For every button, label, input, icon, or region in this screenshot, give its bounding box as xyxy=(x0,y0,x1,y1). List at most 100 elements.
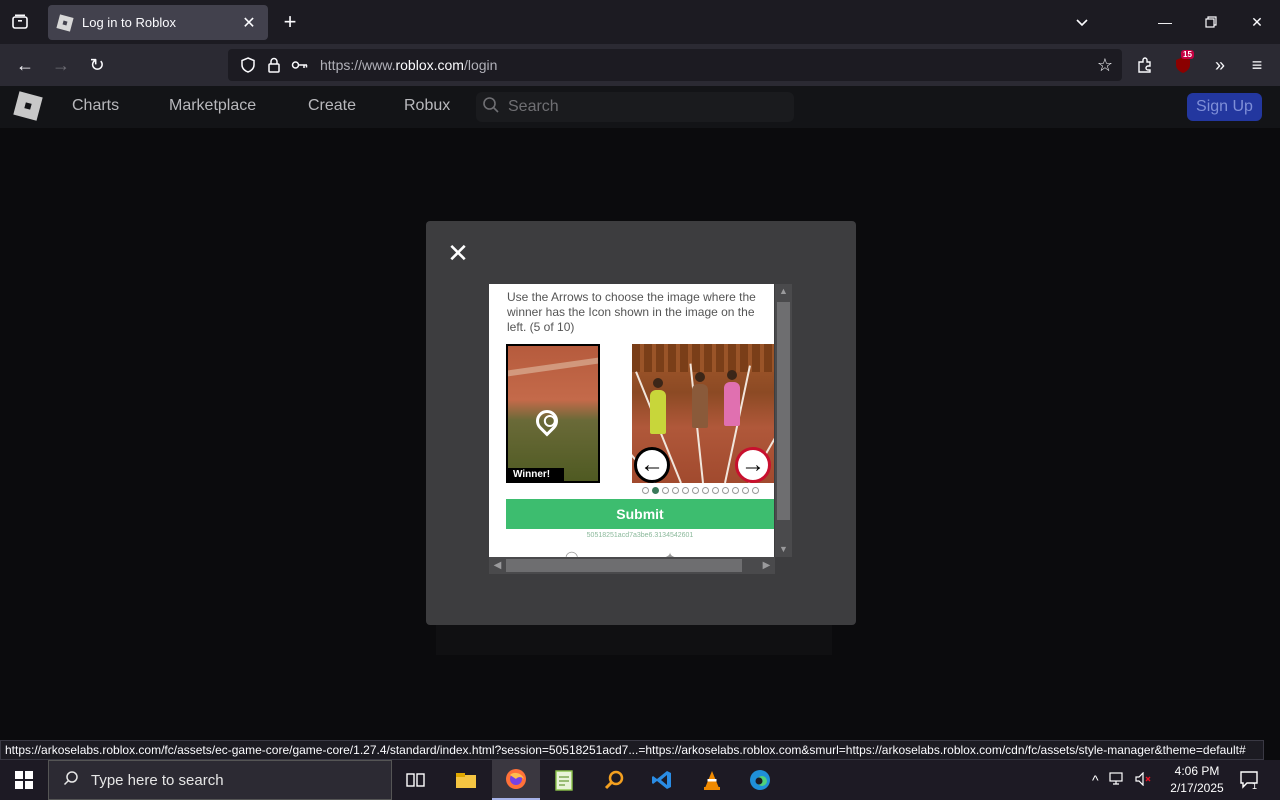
next-arrow-button[interactable]: → xyxy=(735,447,771,483)
progress-dot xyxy=(742,487,749,494)
search-placeholder: Search xyxy=(508,98,559,115)
session-id: 50518251acd7a3be6.3134542601 xyxy=(586,532,694,539)
vertical-scrollbar[interactable]: ▲ ▼ xyxy=(775,284,792,557)
captcha-puzzle: Use the Arrows to choose the image where… xyxy=(489,284,774,557)
close-window-button[interactable]: ✕ xyxy=(1237,8,1277,36)
progress-dot xyxy=(652,487,659,494)
reload-icon[interactable]: ↻ xyxy=(82,51,112,79)
scroll-up-arrow-icon[interactable]: ▲ xyxy=(775,284,792,298)
progress-dot xyxy=(662,487,669,494)
nav-create[interactable]: Create xyxy=(308,97,356,115)
progress-dot xyxy=(722,487,729,494)
back-arrow-icon[interactable]: ← xyxy=(10,51,40,79)
minimize-window-button[interactable]: — xyxy=(1145,8,1185,36)
file-explorer-icon[interactable] xyxy=(442,760,490,800)
scroll-down-arrow-icon[interactable]: ▼ xyxy=(775,542,792,556)
track-stripe xyxy=(508,357,598,377)
progress-dot xyxy=(712,487,719,494)
windows-logo-icon xyxy=(15,771,33,789)
volume-muted-icon[interactable] xyxy=(1134,771,1153,789)
search-tool-icon[interactable] xyxy=(590,760,638,800)
scroll-right-arrow-icon[interactable]: ▶ xyxy=(758,557,775,574)
chevron-down-icon[interactable] xyxy=(1068,8,1096,36)
vscode-icon[interactable] xyxy=(638,760,686,800)
nav-marketplace[interactable]: Marketplace xyxy=(169,97,256,115)
submit-button[interactable]: Submit xyxy=(506,499,774,529)
progress-dot xyxy=(672,487,679,494)
modal-backdrop-strip xyxy=(436,625,832,655)
restore-window-button[interactable] xyxy=(1191,8,1231,36)
shield-icon[interactable] xyxy=(236,57,260,73)
list-all-tabs-icon[interactable] xyxy=(6,8,34,36)
reference-image: Winner! xyxy=(506,344,600,483)
captcha-instructions: Use the Arrows to choose the image where… xyxy=(507,290,756,334)
browser-tab-bar: Log in to Roblox ✕ + — ✕ xyxy=(0,0,1280,44)
progress-dots xyxy=(642,487,759,494)
more-tools-chevrons-icon[interactable]: » xyxy=(1205,51,1235,79)
new-tab-icon[interactable]: + xyxy=(276,8,304,36)
winner-label: Winner! xyxy=(508,468,564,481)
vertical-scroll-thumb[interactable] xyxy=(777,302,790,520)
browser-nav-bar: ← → ↻ https://www.roblox.com/login ☆ » ≡ xyxy=(0,44,1280,86)
runner-figure xyxy=(724,370,740,426)
progress-dot xyxy=(692,487,699,494)
roblox-favicon-icon xyxy=(56,13,74,32)
url-text[interactable]: https://www.roblox.com/login xyxy=(320,57,497,73)
progress-dot xyxy=(682,487,689,494)
horizontal-scrollbar[interactable]: ◀ ▶ xyxy=(489,557,775,574)
vlc-icon[interactable] xyxy=(688,760,736,800)
location-pin-icon xyxy=(531,405,563,437)
clock-date: 2/17/2025 xyxy=(1170,781,1224,795)
progress-dot xyxy=(642,487,649,494)
progress-dot xyxy=(702,487,709,494)
roblox-search-input[interactable]: Search xyxy=(476,92,794,122)
nav-robux[interactable]: Robux xyxy=(404,97,450,115)
windows-taskbar: Type here to search ^ 4:06 PM 2/17/2025 … xyxy=(0,760,1280,800)
puzzle-footer-icons: ◯ ✦ xyxy=(565,550,675,557)
captcha-frame: Use the Arrows to choose the image where… xyxy=(489,284,792,574)
taskbar-clock[interactable]: 4:06 PM 2/17/2025 xyxy=(1164,763,1230,797)
runner-figure xyxy=(692,372,708,428)
start-button[interactable] xyxy=(0,760,48,800)
scroll-left-arrow-icon[interactable]: ◀ xyxy=(489,557,506,574)
lock-icon[interactable] xyxy=(262,57,286,73)
firefox-icon[interactable] xyxy=(492,760,540,800)
network-icon[interactable] xyxy=(1108,771,1127,789)
stadium-wall xyxy=(632,344,774,372)
previous-arrow-button[interactable]: ← xyxy=(634,447,670,483)
show-hidden-icons-chevron-icon[interactable]: ^ xyxy=(1092,772,1099,788)
info-icon[interactable]: ✦ xyxy=(665,550,675,557)
forward-arrow-icon[interactable]: → xyxy=(46,51,76,79)
notifications-icon[interactable]: 1 xyxy=(1236,768,1264,792)
link-status-bar: https://arkoselabs.roblox.com/fc/assets/… xyxy=(0,740,1264,760)
notepad-plus-icon[interactable] xyxy=(540,760,588,800)
sign-up-button[interactable]: Sign Up xyxy=(1187,93,1262,121)
system-tray: ^ xyxy=(1092,760,1153,800)
bookmark-star-icon[interactable]: ☆ xyxy=(1090,51,1120,79)
task-view-icon[interactable] xyxy=(392,760,440,800)
progress-dot xyxy=(732,487,739,494)
close-tab-icon[interactable]: ✕ xyxy=(240,13,258,33)
extensions-puzzle-icon[interactable] xyxy=(1130,51,1160,79)
runner-figure xyxy=(650,378,666,434)
tab-title: Log in to Roblox xyxy=(82,15,176,30)
permissions-key-icon[interactable] xyxy=(288,59,312,71)
clock-time: 4:06 PM xyxy=(1174,764,1220,778)
taskbar-search-input[interactable]: Type here to search xyxy=(48,760,392,800)
taskbar-search-placeholder: Type here to search xyxy=(91,771,224,789)
nav-charts[interactable]: Charts xyxy=(72,97,119,115)
audio-icon[interactable]: ◯ xyxy=(565,550,578,557)
extension-badge: 15 xyxy=(1181,50,1194,59)
progress-dot xyxy=(752,487,759,494)
choice-image: ← → xyxy=(632,344,774,483)
horizontal-scroll-thumb[interactable] xyxy=(506,559,742,572)
notification-count: 1 xyxy=(1252,781,1257,790)
close-modal-icon[interactable]: ✕ xyxy=(444,238,472,268)
hamburger-menu-icon[interactable]: ≡ xyxy=(1242,51,1272,79)
search-icon xyxy=(63,770,79,791)
roblox-logo-icon[interactable] xyxy=(13,91,43,121)
tab-roblox-login[interactable]: Log in to Roblox ✕ xyxy=(48,5,268,40)
url-bar[interactable]: https://www.roblox.com/login xyxy=(228,49,1122,81)
search-icon xyxy=(482,96,500,119)
edge-icon[interactable] xyxy=(736,760,784,800)
